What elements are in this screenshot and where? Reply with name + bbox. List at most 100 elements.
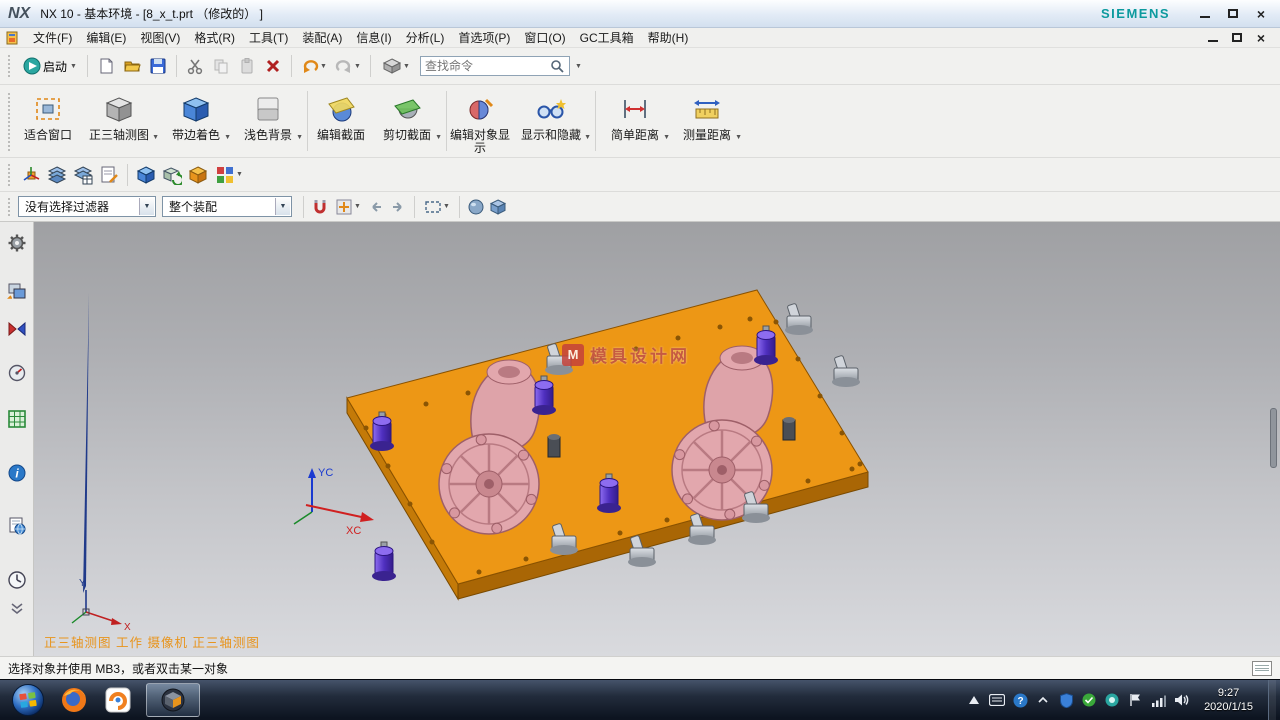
show-model-button[interactable] bbox=[133, 162, 159, 188]
shaded-object-button[interactable] bbox=[465, 196, 487, 218]
reuse-library-button[interactable] bbox=[6, 408, 28, 430]
edit-section-button[interactable]: 编辑截面 bbox=[311, 85, 371, 157]
next-selection-button[interactable] bbox=[387, 196, 409, 218]
display-mode-button[interactable]: ▼ bbox=[376, 53, 416, 79]
locating-pin[interactable] bbox=[783, 417, 795, 440]
history-button[interactable] bbox=[6, 569, 28, 591]
taskbar-firefox-button[interactable] bbox=[57, 683, 91, 717]
fixture-base-plate[interactable] bbox=[347, 290, 868, 599]
previous-selection-button[interactable] bbox=[365, 196, 387, 218]
chevron-down-icon[interactable]: ▼ bbox=[224, 134, 231, 141]
delete-button[interactable] bbox=[260, 53, 286, 79]
layer-settings-button[interactable] bbox=[44, 162, 70, 188]
highlight-selection-button[interactable] bbox=[309, 196, 331, 218]
chevron-down-icon[interactable]: ▼ bbox=[152, 134, 159, 141]
mdi-close-button[interactable]: × bbox=[1254, 32, 1268, 44]
chevron-up-tray-icon[interactable] bbox=[1035, 692, 1051, 708]
roles-gear-button[interactable] bbox=[6, 232, 28, 254]
menu-item-preferences[interactable]: 首选项(P) bbox=[451, 27, 517, 48]
purple-support[interactable] bbox=[372, 542, 396, 581]
search-icon[interactable] bbox=[550, 59, 565, 74]
shaded-with-edges-button[interactable]: 带边着色 ▼ bbox=[160, 85, 232, 157]
locating-pin[interactable] bbox=[548, 434, 560, 457]
palette-button[interactable]: ▼ bbox=[211, 162, 247, 188]
rectangle-select-button[interactable]: ▼ bbox=[420, 196, 454, 218]
tray-expand-button[interactable] bbox=[966, 692, 982, 708]
close-button[interactable]: × bbox=[1254, 8, 1268, 20]
menu-item-format[interactable]: 格式(R) bbox=[187, 27, 242, 48]
start-button[interactable] bbox=[12, 684, 44, 716]
volume-icon[interactable] bbox=[1173, 692, 1189, 708]
measure-distance-button[interactable]: 测量距离 ▼ bbox=[671, 85, 743, 157]
help-tray-icon[interactable]: ? bbox=[1012, 692, 1028, 708]
simple-distance-button[interactable]: 简单距离 ▼ bbox=[599, 85, 671, 157]
orient-view-button[interactable] bbox=[185, 162, 211, 188]
new-button[interactable] bbox=[93, 53, 119, 79]
menu-item-help[interactable]: 帮助(H) bbox=[641, 27, 696, 48]
datum-csys-button[interactable] bbox=[18, 162, 44, 188]
paste-button[interactable] bbox=[234, 53, 260, 79]
clip-section-button[interactable]: 剪切截面 ▼ bbox=[371, 85, 443, 157]
start-menu-button[interactable]: 启动 ▼ bbox=[18, 53, 82, 79]
update-display-button[interactable] bbox=[159, 162, 185, 188]
taskbar-browser-button[interactable] bbox=[101, 683, 135, 717]
toolbar-grip[interactable] bbox=[8, 93, 12, 151]
toolbar-grip[interactable] bbox=[8, 55, 12, 77]
minimize-button[interactable] bbox=[1198, 8, 1212, 20]
view-layer-button[interactable] bbox=[70, 162, 96, 188]
trimetric-view-button[interactable]: 正三轴测图 ▼ bbox=[78, 85, 160, 157]
menu-item-assemblies[interactable]: 装配(A) bbox=[295, 27, 349, 48]
menu-item-file[interactable]: 文件(F) bbox=[26, 27, 79, 48]
mdi-restore-button[interactable] bbox=[1230, 32, 1244, 44]
snap-point-button[interactable]: ▼ bbox=[331, 196, 365, 218]
menu-item-tools[interactable]: 工具(T) bbox=[242, 27, 295, 48]
web-browser-button[interactable] bbox=[6, 515, 28, 537]
light-background-button[interactable]: 浅色背景 ▼ bbox=[232, 85, 304, 157]
viewport-scrollbar-thumb[interactable] bbox=[1270, 408, 1277, 468]
chevron-down-icon[interactable]: ▼ bbox=[663, 134, 670, 141]
command-search-input[interactable] bbox=[425, 59, 550, 73]
graphics-window[interactable]: YC XC Y X M 模具设计网 正三轴测图 工作 摄像机 正三 bbox=[34, 222, 1280, 656]
chevron-down-icon[interactable]: ▼ bbox=[584, 134, 591, 141]
chevron-down-icon[interactable]: ▼ bbox=[735, 134, 742, 141]
toggle-clamp[interactable] bbox=[832, 355, 860, 387]
selection-filter-select[interactable]: 没有选择过滤器 ▼ bbox=[18, 196, 156, 217]
network-icon[interactable] bbox=[1150, 692, 1166, 708]
fit-window-button[interactable]: 适合窗口 bbox=[18, 85, 78, 157]
part-navigator-button[interactable] bbox=[6, 362, 28, 384]
chevron-down-icon[interactable]: ▼ bbox=[296, 134, 303, 141]
menu-item-view[interactable]: 视图(V) bbox=[133, 27, 187, 48]
annotation-button[interactable] bbox=[96, 162, 122, 188]
input-method-icon[interactable] bbox=[989, 692, 1005, 708]
save-button[interactable] bbox=[145, 53, 171, 79]
menu-item-window[interactable]: 窗口(O) bbox=[517, 27, 572, 48]
constraint-navigator-button[interactable] bbox=[6, 318, 28, 340]
search-history-dropdown[interactable]: ▼ bbox=[575, 63, 582, 70]
green-status-icon[interactable] bbox=[1081, 692, 1097, 708]
assembly-navigator-button[interactable] bbox=[6, 280, 28, 302]
selection-scope-select[interactable]: 整个装配 ▼ bbox=[162, 196, 292, 217]
show-hide-button[interactable]: 显示和隐藏 ▼ bbox=[510, 85, 592, 157]
taskbar-nx-button[interactable] bbox=[146, 683, 200, 717]
teal-status-icon[interactable] bbox=[1104, 692, 1120, 708]
command-search[interactable] bbox=[420, 56, 570, 76]
show-desktop-button[interactable] bbox=[1268, 680, 1276, 720]
toolbar-grip[interactable] bbox=[8, 198, 12, 216]
status-grid-icon[interactable] bbox=[1252, 661, 1272, 676]
wcs-triad[interactable]: Y X bbox=[72, 293, 131, 633]
cad-model-canvas[interactable]: YC XC Y X bbox=[34, 222, 1280, 656]
copy-button[interactable] bbox=[208, 53, 234, 79]
security-shield-icon[interactable] bbox=[1058, 692, 1074, 708]
toggle-clamp[interactable] bbox=[785, 303, 813, 335]
menu-item-information[interactable]: 信息(I) bbox=[349, 27, 398, 48]
wireframe-object-button[interactable] bbox=[487, 196, 509, 218]
mdi-minimize-button[interactable] bbox=[1206, 32, 1220, 44]
hd3d-tools-button[interactable]: i bbox=[6, 462, 28, 484]
open-button[interactable] bbox=[119, 53, 145, 79]
resource-bar-expand-button[interactable] bbox=[6, 598, 28, 620]
redo-button[interactable]: ▼ bbox=[331, 53, 365, 79]
menu-item-gc-toolbox[interactable]: GC工具箱 bbox=[573, 27, 641, 48]
menu-item-analysis[interactable]: 分析(L) bbox=[399, 27, 452, 48]
menu-item-edit[interactable]: 编辑(E) bbox=[79, 27, 133, 48]
chevron-down-icon[interactable]: ▼ bbox=[435, 134, 442, 141]
